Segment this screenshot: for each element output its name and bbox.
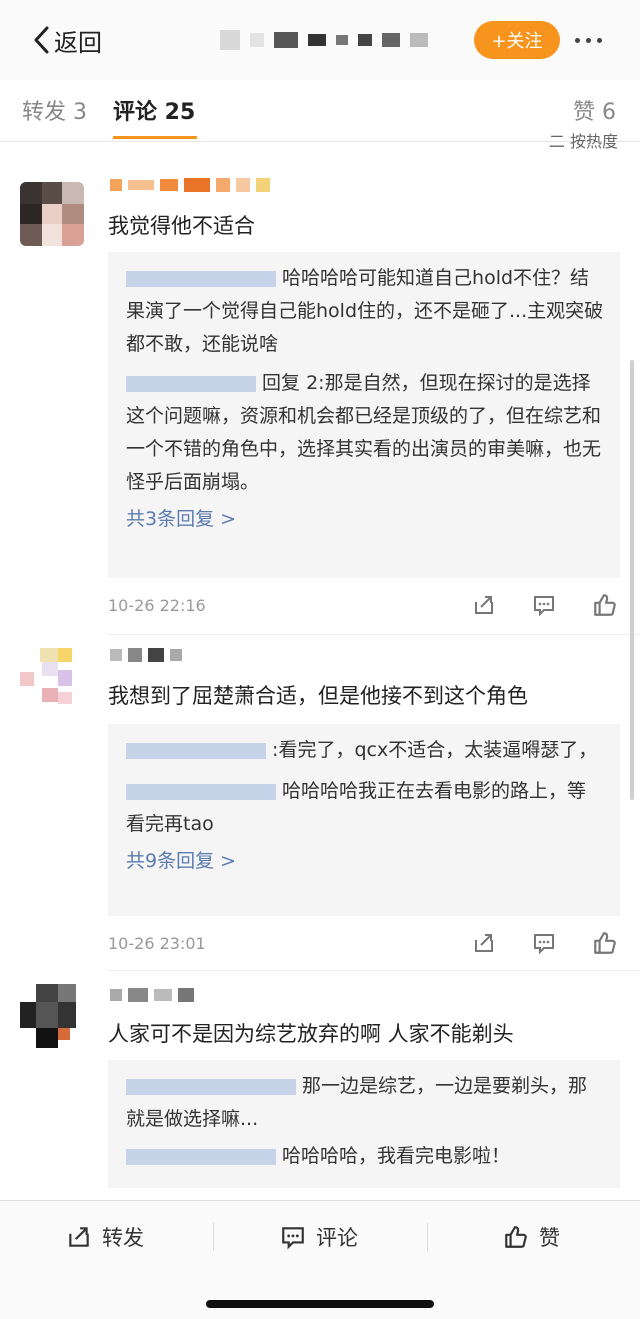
comment-actions xyxy=(472,592,618,618)
more-replies-link[interactable]: 共3条回复 > xyxy=(126,499,604,539)
comment-icon[interactable] xyxy=(532,931,556,955)
avatar[interactable] xyxy=(20,984,84,1048)
like-icon[interactable] xyxy=(592,930,618,956)
blurred-username[interactable] xyxy=(110,174,270,196)
comment-button[interactable]: 评论 xyxy=(280,1221,358,1253)
sort-toggle[interactable]: 二 按热度 xyxy=(549,128,618,152)
comment-actions xyxy=(472,930,618,956)
back-button[interactable]: 返回 xyxy=(32,22,102,58)
share-icon xyxy=(69,1227,89,1247)
blurred-username[interactable] xyxy=(110,984,194,1006)
blurred-username xyxy=(220,28,428,52)
comment-text: 我想到了屈楚萧合适，但是他接不到这个角色 xyxy=(108,684,528,708)
avatar[interactable] xyxy=(20,182,84,246)
divider xyxy=(213,1223,214,1251)
chevron-left-icon xyxy=(34,26,49,54)
blurred-username[interactable] xyxy=(126,739,266,761)
like-button[interactable]: 赞 xyxy=(503,1221,560,1253)
comment-icon[interactable] xyxy=(532,593,556,617)
blurred-avatar xyxy=(20,648,84,712)
like-icon xyxy=(505,1226,527,1248)
home-indicator[interactable] xyxy=(206,1300,434,1308)
reply-item: 哈哈哈哈，我看完电影啦！ xyxy=(126,1140,604,1173)
repost-label: 转发 xyxy=(102,1226,144,1250)
repost-button[interactable]: 转发 xyxy=(66,1221,144,1253)
top-nav-bar: 返回 +关注 xyxy=(0,0,640,80)
scrollbar[interactable] xyxy=(630,360,634,800)
comment-label: 评论 xyxy=(316,1226,358,1250)
follow-button[interactable]: +关注 xyxy=(474,21,560,59)
comment-time: 10-26 23:01 xyxy=(108,934,206,953)
blurred-username[interactable] xyxy=(126,1075,296,1097)
blurred-avatar xyxy=(20,182,84,246)
reply-item: 哈哈哈哈我正在去看电影的路上，等看完再tao xyxy=(126,780,587,835)
blurred-username[interactable] xyxy=(126,780,276,802)
divider xyxy=(108,634,640,635)
tab-like[interactable]: 赞 6 xyxy=(573,94,616,126)
blurred-username[interactable] xyxy=(126,267,276,289)
reply-box[interactable]: :看完了，qcx不适合，太装逼嘚瑟了， 哈哈哈哈我正在去看电影的路上，等看完再t… xyxy=(108,724,620,916)
like-icon[interactable] xyxy=(592,592,618,618)
tab-comment[interactable]: 评论 25 xyxy=(113,94,195,126)
more-replies-link[interactable]: 共9条回复 > xyxy=(126,841,604,881)
blurred-username[interactable] xyxy=(110,644,182,666)
more-icon[interactable] xyxy=(568,26,608,54)
reply-item: 回复 2:那是自然，但现在探讨的是选择这个问题嘛，资源和机会都已经是顶级的了，但… xyxy=(126,372,602,493)
share-icon[interactable] xyxy=(472,931,496,955)
reply-box[interactable]: 哈哈哈哈可能知道自己hold不住？结果演了一个觉得自己能hold住的，还不是砸了… xyxy=(108,252,620,578)
tab-bar: 转发 3 评论 25 赞 6 xyxy=(0,80,640,142)
back-label: 返回 xyxy=(54,28,102,57)
avatar[interactable] xyxy=(20,648,84,712)
comment-time: 10-26 22:16 xyxy=(108,596,206,615)
blurred-username[interactable] xyxy=(126,1145,276,1167)
divider xyxy=(108,970,640,971)
comment-icon xyxy=(282,1227,304,1250)
active-tab-indicator xyxy=(113,136,197,139)
reply-item: :看完了，qcx不适合，太装逼嘚瑟了， xyxy=(126,734,604,767)
divider xyxy=(427,1223,428,1251)
like-label: 赞 xyxy=(539,1226,560,1250)
blurred-username[interactable] xyxy=(126,372,256,394)
tab-repost[interactable]: 转发 3 xyxy=(22,94,87,126)
comment-text: 人家可不是因为综艺放弃的啊 人家不能剃头 xyxy=(108,1022,514,1046)
share-icon[interactable] xyxy=(472,593,496,617)
blurred-avatar xyxy=(20,984,84,1048)
follow-label: +关注 xyxy=(491,31,543,52)
reply-item: 哈哈哈哈可能知道自己hold不住？结果演了一个觉得自己能hold住的，还不是砸了… xyxy=(126,267,604,355)
comment-text: 我觉得他不适合 xyxy=(108,214,255,238)
reply-item: 那一边是综艺，一边是要剃头，那就是做选择嘛... xyxy=(126,1075,588,1130)
reply-box[interactable]: 那一边是综艺，一边是要剃头，那就是做选择嘛... 哈哈哈哈，我看完电影啦！ xyxy=(108,1060,620,1188)
